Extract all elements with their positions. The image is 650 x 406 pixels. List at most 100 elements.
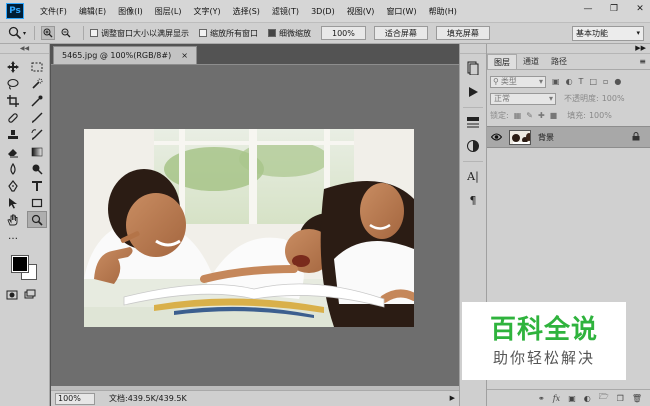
link-icon[interactable]: ⚭ [538, 394, 545, 403]
quick-mask-icon[interactable] [6, 289, 18, 303]
pen-tool[interactable] [3, 177, 23, 194]
zoom-all-checkbox[interactable] [199, 29, 207, 37]
scrubby-zoom-option[interactable]: 细微缩放 [268, 28, 311, 39]
menu-view[interactable]: 视图(V) [341, 6, 381, 17]
blur-tool[interactable] [3, 160, 23, 177]
group-icon[interactable]: 🗁 [599, 391, 609, 405]
paragraph-panel-button[interactable]: ¶ [462, 190, 484, 210]
lock-position-icon[interactable]: ✚ [538, 111, 545, 120]
zoom-in-button[interactable] [41, 26, 55, 40]
tab-paths[interactable]: 路径 [545, 54, 573, 69]
filter-toggle-icon[interactable]: ● [614, 77, 621, 86]
lock-transparency-icon[interactable]: ▦ [514, 111, 522, 120]
move-tool[interactable] [3, 58, 23, 75]
fit-screen-button[interactable]: 适合屏幕 [373, 26, 428, 40]
panel-grip[interactable] [460, 44, 486, 54]
mask-icon[interactable]: ▣ [568, 394, 576, 403]
menu-window[interactable]: 窗口(W) [380, 6, 422, 17]
foreground-color-swatch[interactable] [11, 255, 29, 273]
resize-windows-option[interactable]: 调整窗口大小以满屏显示 [90, 28, 189, 39]
document-size-info[interactable]: 文档:439.5K/439.5K [109, 393, 187, 404]
crop-tool[interactable] [3, 92, 23, 109]
zoom-100-button[interactable]: 100% [321, 26, 366, 40]
eyedropper-tool[interactable] [27, 92, 47, 109]
workspace-select[interactable]: 基本功能 ▾ [572, 26, 644, 41]
minimize-icon[interactable]: — [582, 3, 594, 15]
menu-help[interactable]: 帮助(H) [423, 6, 463, 17]
menu-type[interactable]: 文字(Y) [187, 6, 226, 17]
screen-mode-icon[interactable] [24, 289, 36, 303]
marquee-tool[interactable] [27, 58, 47, 75]
history-brush-tool[interactable] [27, 126, 47, 143]
adjustments-panel-button[interactable] [462, 136, 484, 156]
type-tool[interactable] [27, 177, 47, 194]
menu-file[interactable]: 文件(F) [34, 6, 73, 17]
menu-edit[interactable]: 编辑(E) [73, 6, 112, 17]
color-swatches[interactable] [11, 255, 42, 288]
properties-panel-button[interactable] [462, 112, 484, 132]
opacity-value[interactable]: 100% [602, 94, 625, 103]
smart-object-filter-icon[interactable]: ▫ [603, 77, 608, 86]
zoom-tool[interactable] [27, 211, 47, 228]
layer-kind-filter[interactable]: ⚲ 类型 ▾ [490, 75, 546, 88]
character-panel-button[interactable]: A| [462, 166, 484, 186]
trash-icon[interactable]: 🗑 [632, 394, 642, 403]
menu-3d[interactable]: 3D(D) [305, 7, 341, 16]
scrubby-zoom-checkbox[interactable] [268, 29, 276, 37]
tool-preset-picker[interactable]: ▾ [6, 25, 28, 41]
path-select-tool[interactable] [3, 194, 23, 211]
new-layer-icon[interactable]: ❐ [617, 394, 624, 403]
brush-tool[interactable] [27, 109, 47, 126]
zoom-all-option[interactable]: 缩放所有窗口 [199, 28, 258, 39]
resize-windows-checkbox[interactable] [90, 29, 98, 37]
actions-panel-button[interactable] [462, 82, 484, 102]
fill-screen-button[interactable]: 填充屏幕 [435, 26, 490, 40]
rectangle-tool[interactable] [27, 194, 47, 211]
menu-layer[interactable]: 图层(L) [149, 6, 188, 17]
menu-select[interactable]: 选择(S) [227, 6, 266, 17]
adjustment-filter-icon[interactable]: ◐ [566, 77, 573, 86]
adjustment-layer-icon[interactable]: ◐ [584, 394, 591, 403]
quick-select-icon [32, 78, 43, 89]
layer-row-background[interactable]: 背景 [487, 126, 650, 148]
menu-filter[interactable]: 滤镜(T) [266, 6, 305, 17]
gradient-tool[interactable] [27, 143, 47, 160]
restore-icon[interactable]: ❐ [608, 3, 620, 15]
shape-filter-icon[interactable]: □ [589, 77, 597, 86]
dodge-tool[interactable] [27, 160, 47, 177]
healing-tool[interactable] [3, 109, 23, 126]
lock-pixels-icon[interactable]: ✎ [526, 111, 533, 120]
tab-layers[interactable]: 图层 [487, 54, 517, 69]
fill-value[interactable]: 100% [589, 111, 612, 120]
history-panel-button[interactable] [462, 58, 484, 78]
document-canvas-photo[interactable] [84, 129, 414, 327]
panel-menu-icon[interactable]: ≡ [639, 57, 646, 66]
stamp-tool[interactable] [3, 126, 23, 143]
hand-tool[interactable] [3, 211, 23, 228]
brush-icon [32, 112, 43, 123]
close-icon[interactable]: ✕ [634, 3, 646, 15]
quick-select-tool[interactable] [27, 75, 47, 92]
menu-image[interactable]: 图像(I) [112, 6, 149, 17]
type-filter-icon[interactable]: T [579, 77, 584, 86]
blend-mode-select[interactable]: 正常 ▾ [490, 92, 556, 105]
lasso-tool[interactable] [3, 75, 23, 92]
lock-all-icon[interactable]: ■ [550, 111, 558, 120]
lasso-icon [7, 78, 19, 89]
fx-icon[interactable]: fx [553, 394, 560, 403]
zoom-level-field[interactable]: 100% [55, 392, 95, 405]
zoom-out-button[interactable] [59, 26, 73, 40]
panel-grip[interactable]: ▶▶ [487, 44, 650, 54]
eraser-tool[interactable] [3, 143, 23, 160]
document-tab[interactable]: 5465.jpg @ 100%(RGB/8#) × [53, 46, 197, 64]
pixel-filter-icon[interactable]: ▣ [552, 77, 560, 86]
more-tools-button[interactable]: … [3, 228, 23, 245]
collapse-icon[interactable]: ▶▶ [635, 44, 646, 52]
canvas-workspace[interactable] [51, 64, 459, 386]
layer-name[interactable]: 背景 [538, 132, 554, 143]
close-icon[interactable]: × [181, 51, 188, 60]
panel-grip[interactable]: ◀◀ [0, 44, 49, 54]
chevron-right-icon[interactable]: ▶ [450, 394, 455, 402]
visibility-eye-icon[interactable] [489, 133, 503, 141]
tab-channels[interactable]: 通道 [517, 54, 545, 69]
